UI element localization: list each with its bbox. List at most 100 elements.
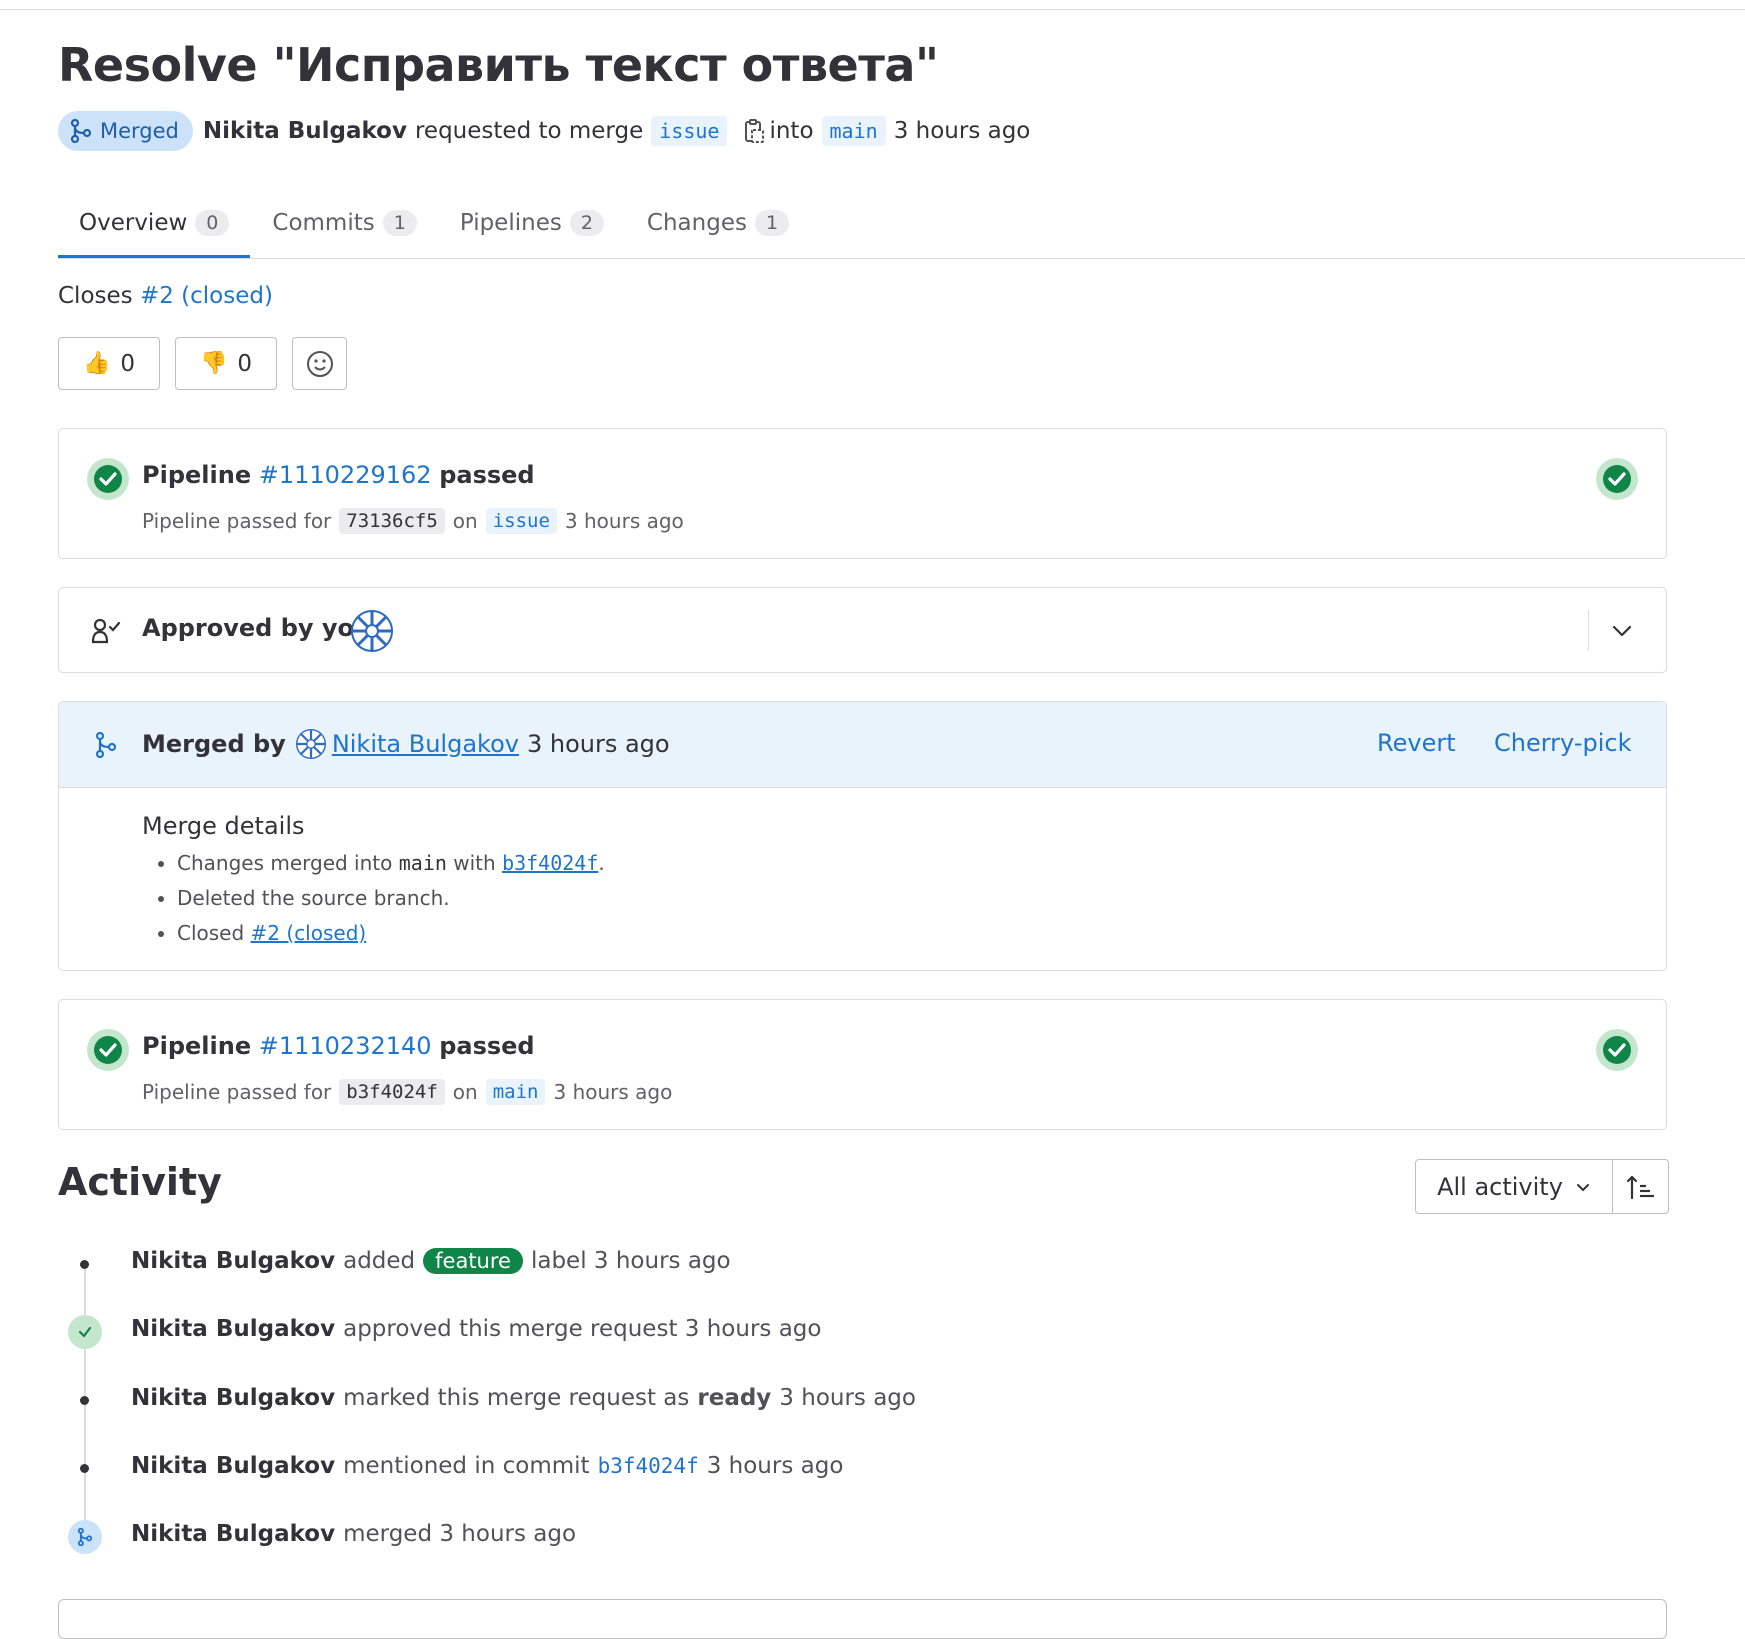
- copy-branch-icon[interactable]: [743, 118, 765, 144]
- merged-by-prefix: Merged by: [142, 730, 286, 758]
- revert-button[interactable]: Revert: [1377, 729, 1456, 757]
- activity-user[interactable]: Nikita Bulgakov: [131, 1385, 335, 1411]
- chevron-down-icon[interactable]: [1611, 620, 1633, 642]
- detail-text: with: [453, 851, 496, 875]
- pipeline-id-link[interactable]: #1110229162: [259, 461, 432, 489]
- pipeline-prefix: Pipeline: [142, 461, 252, 489]
- merged-by-user-link[interactable]: Nikita Bulgakov: [332, 730, 519, 758]
- divider: [1588, 610, 1589, 650]
- pipeline-sub-prefix: Pipeline passed for: [142, 1080, 332, 1104]
- timeline-dot: [80, 1396, 89, 1405]
- closed-issue-link[interactable]: #2 (closed): [251, 921, 367, 945]
- status-badge: Merged: [58, 111, 193, 151]
- source-branch[interactable]: issue: [651, 116, 728, 146]
- activity-item: Nikita Bulgakov marked this merge reques…: [131, 1385, 916, 1411]
- tab-label: Pipelines: [459, 210, 562, 236]
- timeline-dot: [80, 1260, 89, 1269]
- tab-count: 2: [569, 210, 604, 236]
- pipeline-widget: Pipeline #1110229162 passed Pipeline pas…: [58, 428, 1667, 559]
- requested-text: requested to merge: [414, 118, 644, 144]
- status-badge-label: Merged: [100, 119, 179, 143]
- pipeline-id-link[interactable]: #1110232140: [259, 1032, 432, 1060]
- approval-check-icon: [68, 1315, 102, 1349]
- add-reaction-button[interactable]: [292, 337, 347, 390]
- tab-changes[interactable]: Changes 1: [626, 190, 810, 256]
- activity-user[interactable]: Nikita Bulgakov: [131, 1248, 335, 1274]
- commit-sha-link[interactable]: b3f4024f: [598, 1454, 699, 1478]
- filter-label: All activity: [1437, 1172, 1563, 1201]
- award-emoji-bar: 👍 0 👎 0: [58, 337, 347, 390]
- closed-issue-link[interactable]: #2 (closed): [140, 283, 273, 309]
- approval-icon: [91, 618, 121, 644]
- activity-user[interactable]: Nikita Bulgakov: [131, 1316, 335, 1342]
- sort-lowest-icon: [1626, 1175, 1654, 1199]
- status-success-icon[interactable]: [1596, 458, 1638, 500]
- label-badge[interactable]: feature: [423, 1248, 523, 1274]
- page-title: Resolve "Исправить текст ответа": [58, 38, 939, 92]
- activity-bold: ready: [697, 1385, 772, 1411]
- activity-item: Nikita Bulgakov mentioned in commit b3f4…: [131, 1453, 843, 1479]
- tab-overview[interactable]: Overview 0: [58, 190, 251, 258]
- chevron-down-icon: [1576, 1183, 1589, 1191]
- comment-form[interactable]: [58, 1599, 1667, 1639]
- pipeline-subtitle: Pipeline passed for b3f4024f on main 3 h…: [142, 1079, 672, 1105]
- status-success-icon[interactable]: [87, 458, 129, 500]
- merge-details-title: Merge details: [142, 812, 305, 840]
- thumbs-up-button[interactable]: 👍 0: [58, 337, 160, 390]
- avatar[interactable]: [295, 729, 326, 759]
- sort-order-button[interactable]: [1613, 1160, 1668, 1213]
- mr-meta: Merged Nikita Bulgakov requested to merg…: [58, 110, 1030, 152]
- activity-filter-dropdown[interactable]: All activity: [1416, 1160, 1613, 1213]
- description: Closes #2 (closed): [58, 283, 273, 309]
- target-branch[interactable]: main: [821, 116, 886, 146]
- thumbs-up-icon: 👍: [82, 351, 111, 376]
- activity-user[interactable]: Nikita Bulgakov: [131, 1453, 335, 1479]
- merge-icon: [68, 1520, 102, 1554]
- tab-commits[interactable]: Commits 1: [251, 190, 437, 256]
- activity-user[interactable]: Nikita Bulgakov: [131, 1521, 335, 1547]
- author-name[interactable]: Nikita Bulgakov: [203, 118, 407, 144]
- on-text: on: [452, 1080, 478, 1104]
- status-success-icon[interactable]: [87, 1029, 129, 1071]
- thumbs-down-count: 0: [237, 350, 253, 377]
- avatar[interactable]: [351, 610, 393, 652]
- commit-sha-link[interactable]: b3f4024f: [502, 851, 598, 875]
- activity-text: label 3 hours ago: [530, 1248, 731, 1274]
- pipeline-status: passed: [439, 461, 535, 489]
- pipeline-branch[interactable]: issue: [485, 508, 557, 534]
- merge-icon: [95, 732, 117, 758]
- on-text: on: [452, 509, 478, 533]
- commit-sha[interactable]: b3f4024f: [339, 1079, 445, 1105]
- tab-label: Commits: [272, 210, 375, 236]
- pipeline-title: Pipeline #1110229162 passed: [142, 461, 535, 489]
- tab-pipelines[interactable]: Pipelines 2: [439, 190, 625, 256]
- activity-text: merged 3 hours ago: [343, 1521, 577, 1547]
- merged-time: 3 hours ago: [526, 730, 670, 758]
- detail-text: Closed: [177, 921, 245, 945]
- activity-item: Nikita Bulgakov added feature label 3 ho…: [131, 1248, 731, 1274]
- header-time: 3 hours ago: [893, 118, 1031, 144]
- pipeline-branch[interactable]: main: [485, 1079, 546, 1105]
- list-item: Changes merged into main with b3f4024f.: [177, 846, 605, 881]
- top-border: [0, 9, 1745, 10]
- mr-tabs: Overview 0 Commits 1 Pipelines 2 Changes…: [58, 190, 1745, 259]
- status-success-icon[interactable]: [1596, 1029, 1638, 1071]
- commit-sha[interactable]: 73136cf5: [339, 508, 445, 534]
- timeline-dot: [80, 1464, 89, 1473]
- activity-filter: All activity: [1415, 1159, 1669, 1214]
- pipeline-widget: Pipeline #1110232140 passed Pipeline pas…: [58, 999, 1667, 1130]
- tab-label: Overview: [79, 209, 188, 236]
- merge-details: Merge details Changes merged into main w…: [142, 812, 605, 951]
- pipeline-subtitle: Pipeline passed for 73136cf5 on issue 3 …: [142, 508, 684, 534]
- into-text: into: [769, 118, 814, 144]
- merge-details-list: Changes merged into main with b3f4024f. …: [142, 846, 605, 951]
- cherry-pick-button[interactable]: Cherry-pick: [1494, 729, 1631, 757]
- thumbs-down-button[interactable]: 👎 0: [175, 337, 277, 390]
- pipeline-sub-prefix: Pipeline passed for: [142, 509, 332, 533]
- pipeline-time: 3 hours ago: [564, 509, 684, 533]
- tab-label: Changes: [646, 210, 747, 236]
- approval-text: Approved by you: [142, 614, 372, 642]
- closes-prefix: Closes: [58, 283, 133, 309]
- tab-count: 0: [195, 209, 230, 236]
- tab-count: 1: [754, 210, 790, 236]
